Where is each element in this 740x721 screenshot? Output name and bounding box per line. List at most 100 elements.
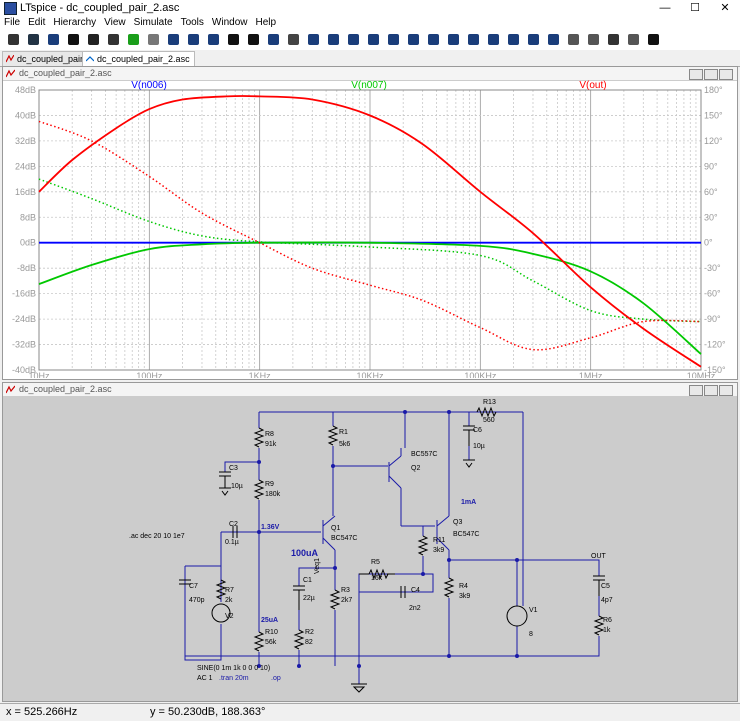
drag-icon[interactable] <box>526 32 541 47</box>
resistor-r10 <box>253 631 265 652</box>
svg-text:BC547C: BC547C <box>331 535 357 542</box>
close-button[interactable]: ✕ <box>710 0 740 16</box>
waveform-pane-title: dc_coupled_pair_2.asc <box>19 68 112 78</box>
tab-waveform[interactable]: dc_coupled_pair_2.asc <box>82 51 195 66</box>
trace-label[interactable]: V(n006) <box>131 80 167 91</box>
resistor-r9 <box>253 479 265 500</box>
capacitor-icon[interactable] <box>386 32 401 47</box>
svg-text:C6: C6 <box>473 427 482 434</box>
find-icon[interactable] <box>646 32 661 47</box>
pane-restore-button[interactable] <box>704 385 718 396</box>
svg-text:R1: R1 <box>339 429 348 436</box>
svg-text:OUT: OUT <box>591 553 607 560</box>
zoom-out-icon[interactable] <box>246 32 261 47</box>
pane-minimize-button[interactable] <box>689 69 703 80</box>
svg-text:.op: .op <box>271 675 281 682</box>
net-icon[interactable] <box>446 32 461 47</box>
pane-close-button[interactable] <box>719 385 733 396</box>
y-tick-label-right: 60° <box>704 187 718 197</box>
ltspice-app-icon <box>4 2 17 15</box>
y-tick-label-left: 0dB <box>20 238 36 248</box>
copy-icon[interactable] <box>546 32 561 47</box>
svg-text:C5: C5 <box>601 583 610 590</box>
label-icon[interactable] <box>346 32 361 47</box>
menu-tools[interactable]: Tools <box>177 16 208 30</box>
y-tick-label-right: -60° <box>704 289 721 299</box>
text-icon[interactable] <box>466 32 481 47</box>
menu-bar: File Edit Hierarchy View Simulate Tools Window… <box>0 16 740 30</box>
move-icon[interactable] <box>506 32 521 47</box>
toolbar <box>0 30 740 51</box>
y-tick-label-right: -30° <box>704 263 721 273</box>
control-panel-icon[interactable] <box>106 32 121 47</box>
zoom-in-icon[interactable] <box>226 32 241 47</box>
minimize-button[interactable]: — <box>650 0 680 16</box>
diode-icon[interactable] <box>426 32 441 47</box>
y-tick-label-right: -90° <box>704 314 721 324</box>
svg-text:R6: R6 <box>603 617 612 624</box>
title-bar: LTspice - dc_coupled_pair_2.asc — ☐ ✕ <box>0 0 740 16</box>
maximize-button[interactable]: ☐ <box>680 0 710 16</box>
settings-icon[interactable] <box>6 32 21 47</box>
y-tick-label-left: -24dB <box>12 314 36 324</box>
schematic-pane[interactable]: dc_coupled_pair_2.asc R13 560 C6 10µ R8 … <box>2 382 738 702</box>
menu-window[interactable]: Window <box>208 16 252 30</box>
svg-text:1.36V: 1.36V <box>261 524 280 531</box>
autoscale-icon[interactable] <box>286 32 301 47</box>
svg-text:4p7: 4p7 <box>601 597 613 604</box>
ground-symbol-c3 <box>219 487 231 496</box>
waveform-icon <box>86 56 94 62</box>
zoom-fit-icon[interactable] <box>266 32 281 47</box>
svg-text:82: 82 <box>305 639 313 646</box>
spice-directive-icon[interactable] <box>486 32 501 47</box>
menu-help[interactable]: Help <box>252 16 281 30</box>
ground-icon[interactable] <box>326 32 341 47</box>
delete-icon[interactable] <box>566 32 581 47</box>
print-icon[interactable] <box>86 32 101 47</box>
schematic-icon <box>6 385 15 394</box>
ground-symbol-c6 <box>463 459 475 468</box>
resistor-icon[interactable] <box>366 32 381 47</box>
undo-icon[interactable] <box>606 32 621 47</box>
halt-icon[interactable] <box>146 32 161 47</box>
redo-icon[interactable] <box>626 32 641 47</box>
tile-icon[interactable] <box>206 32 221 47</box>
open-icon[interactable] <box>26 32 41 47</box>
new-symbol-icon[interactable] <box>186 32 201 47</box>
svg-text:5k6: 5k6 <box>339 441 350 448</box>
svg-text:Veq1: Veq1 <box>314 558 321 574</box>
run-icon[interactable] <box>126 32 141 47</box>
save-icon[interactable] <box>66 32 81 47</box>
y-tick-label-right: 150° <box>704 110 723 120</box>
open-file-icon[interactable] <box>46 32 61 47</box>
wire-icon[interactable] <box>306 32 321 47</box>
window-title: LTspice - dc_coupled_pair_2.asc <box>20 2 180 14</box>
menu-edit[interactable]: Edit <box>24 16 49 30</box>
y-tick-label-right: 90° <box>704 161 718 171</box>
mirror-icon[interactable] <box>586 32 601 47</box>
trace-label[interactable]: V(n007) <box>351 80 387 91</box>
x-tick-label: 10KHz <box>356 371 384 378</box>
inductor-icon[interactable] <box>406 32 421 47</box>
new-schematic-icon[interactable] <box>166 32 181 47</box>
menu-hierarchy[interactable]: Hierarchy <box>49 16 100 30</box>
y-tick-label-right: 180° <box>704 85 723 95</box>
status-x-readout: x = 525.266Hz <box>6 706 78 718</box>
menu-file[interactable]: File <box>0 16 24 30</box>
schematic-canvas[interactable]: R13 560 C6 10µ R8 91k R1 5k6 C3 10µ R9 180k BC… <box>3 396 737 700</box>
svg-text:R13: R13 <box>483 399 496 406</box>
pane-close-button[interactable] <box>719 69 733 80</box>
menu-view[interactable]: View <box>100 16 130 30</box>
svg-text:V1: V1 <box>529 607 538 614</box>
waveform-pane[interactable]: dc_coupled_pair_2.asc 48dB 40dB 32dB 24dB 16… <box>2 66 738 380</box>
y-tick-label-left: 16dB <box>15 187 36 197</box>
trace-label[interactable]: V(out) <box>579 80 606 91</box>
svg-text:8: 8 <box>529 631 533 638</box>
menu-simulate[interactable]: Simulate <box>130 16 177 30</box>
pane-minimize-button[interactable] <box>689 385 703 396</box>
bode-plot[interactable]: 48dB 40dB 32dB 24dB 16dB 8dB 0dB -8dB -16dB -24dB… <box>3 80 737 378</box>
x-tick-label: 1KHz <box>249 371 272 378</box>
y-tick-label-right: -120° <box>704 340 726 350</box>
svg-text:470p: 470p <box>189 597 205 604</box>
pane-restore-button[interactable] <box>704 69 718 80</box>
